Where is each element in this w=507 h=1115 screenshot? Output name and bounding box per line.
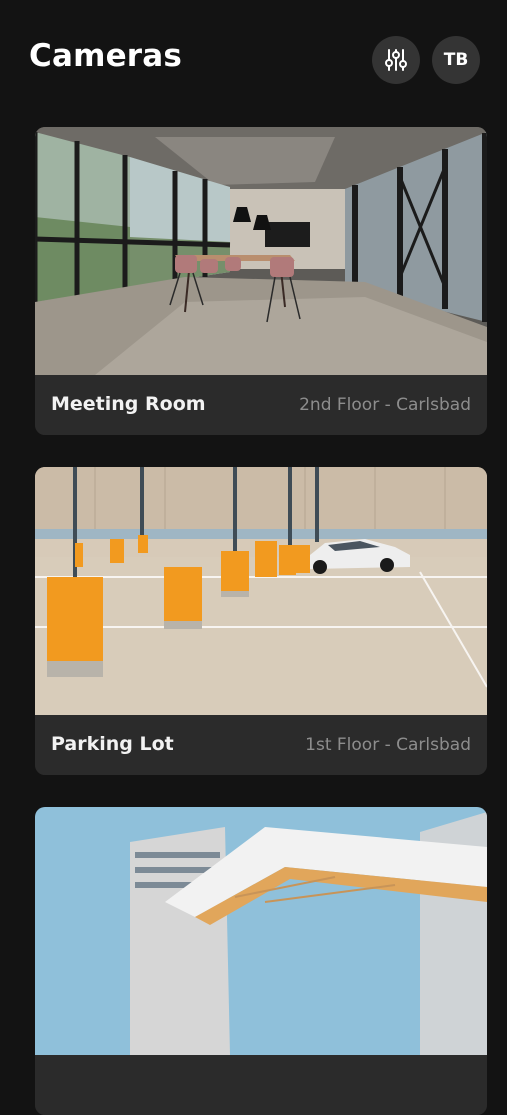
camera-location: 2nd Floor - Carlsbad	[299, 395, 471, 415]
page-title: Cameras	[29, 38, 183, 74]
camera-card-exterior[interactable]	[35, 807, 487, 1115]
camera-feed-meeting-room[interactable]	[35, 127, 487, 375]
camera-location: 1st Floor - Carlsbad	[305, 735, 471, 755]
camera-card-parking-lot[interactable]: Parking Lot 1st Floor - Carlsbad	[35, 467, 487, 775]
camera-caption: Parking Lot 1st Floor - Carlsbad	[35, 715, 487, 775]
filter-button[interactable]	[372, 36, 420, 84]
camera-caption: Meeting Room 2nd Floor - Carlsbad	[35, 375, 487, 435]
camera-card-meeting-room[interactable]: Meeting Room 2nd Floor - Carlsbad	[35, 127, 487, 435]
camera-feed-exterior[interactable]	[35, 807, 487, 1055]
avatar[interactable]: TB	[432, 36, 480, 84]
camera-name: Meeting Room	[51, 393, 206, 415]
avatar-initials: TB	[443, 50, 469, 70]
camera-feed-parking-lot[interactable]	[35, 467, 487, 715]
header: Cameras TB	[0, 0, 507, 120]
camera-caption	[35, 1055, 487, 1115]
sliders-icon	[385, 49, 407, 71]
camera-name: Parking Lot	[51, 733, 174, 755]
